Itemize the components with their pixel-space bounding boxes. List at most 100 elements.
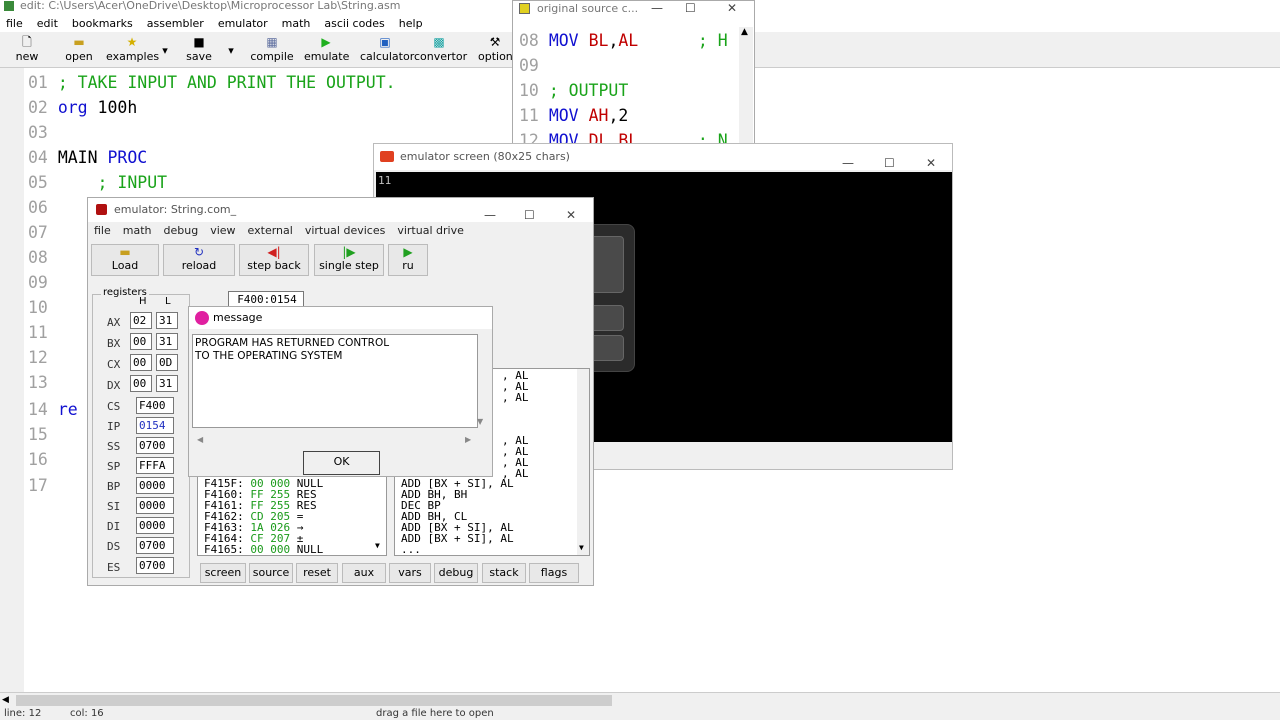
calculator-button[interactable]: ▣ calculator bbox=[360, 35, 414, 67]
emulate-button[interactable]: ▶ emulate bbox=[304, 35, 349, 67]
menu-help[interactable]: help bbox=[399, 17, 423, 30]
sp-label: SP bbox=[107, 460, 121, 473]
si-label: SI bbox=[107, 500, 121, 513]
emu-menu-virtual-devices[interactable]: virtual devices bbox=[305, 224, 386, 237]
new-button[interactable]: 🗋 new bbox=[10, 35, 44, 67]
menu-file[interactable]: file bbox=[6, 17, 23, 30]
ax-label: AX bbox=[107, 316, 121, 329]
di-field[interactable]: 0000 bbox=[136, 517, 174, 534]
screen-button[interactable]: screen bbox=[200, 563, 246, 583]
scroll-left-icon[interactable]: ◀ bbox=[197, 433, 203, 446]
source-line: 11 MOV AH,2 bbox=[519, 106, 629, 125]
ah-field[interactable]: 02 bbox=[130, 312, 152, 329]
emulator-title-bar: emulator: String.com_ — ☐ ✕ bbox=[88, 198, 593, 222]
menu-math[interactable]: math bbox=[282, 17, 311, 30]
ss-field[interactable]: 0700 bbox=[136, 437, 174, 454]
al-field[interactable]: 31 bbox=[156, 312, 178, 329]
tools-icon: ⚒ bbox=[489, 35, 501, 49]
screen-window-icon bbox=[380, 151, 394, 162]
message-text-area[interactable]: PROGRAM HAS RETURNED CONTROL TO THE OPER… bbox=[192, 334, 483, 444]
ds-field[interactable]: 0700 bbox=[136, 537, 174, 554]
open-button[interactable]: ▬ open bbox=[62, 35, 96, 67]
sp-field[interactable]: FFFA bbox=[136, 457, 174, 474]
emu-menu-external[interactable]: external bbox=[248, 224, 293, 237]
debug-button[interactable]: debug bbox=[434, 563, 478, 583]
scroll-right-icon[interactable]: ▶ bbox=[465, 433, 471, 446]
dl-field[interactable]: 31 bbox=[156, 375, 178, 392]
status-bar: line: 12 col: 16 drag a file here to ope… bbox=[0, 708, 1280, 720]
scroll-down-icon[interactable]: ▼ bbox=[375, 541, 380, 550]
run-button[interactable]: ▶ ru bbox=[388, 244, 428, 276]
memory-row[interactable]: F4165: 00 000 NULL bbox=[204, 544, 323, 555]
status-hint: drag a file here to open bbox=[376, 708, 494, 719]
convertor-button[interactable]: ▩ convertor bbox=[414, 35, 467, 67]
ch-field[interactable]: 00 bbox=[130, 354, 152, 371]
cs-label: CS bbox=[107, 400, 121, 413]
bl-field[interactable]: 31 bbox=[156, 333, 178, 350]
disassembly-scrollbar[interactable]: ▼ bbox=[577, 369, 589, 555]
single-step-icon: |▶ bbox=[342, 245, 356, 259]
minimize-icon[interactable]: — bbox=[651, 1, 663, 16]
ok-button[interactable]: OK bbox=[303, 451, 380, 475]
scroll-down-icon[interactable]: ▼ bbox=[477, 415, 483, 428]
disasm-row[interactable]: , AL bbox=[502, 392, 529, 403]
examples-button[interactable]: ★ examples bbox=[106, 35, 159, 67]
stack-button[interactable]: stack bbox=[482, 563, 526, 583]
code-line: 14 re bbox=[28, 400, 78, 419]
bp-field[interactable]: 0000 bbox=[136, 477, 174, 494]
ip-field[interactable]: 0154 bbox=[136, 417, 174, 434]
emu-menu-view[interactable]: view bbox=[210, 224, 235, 237]
emu-menu-math[interactable]: math bbox=[123, 224, 152, 237]
ss-label: SS bbox=[107, 440, 121, 453]
bh-field[interactable]: 00 bbox=[130, 333, 152, 350]
es-field[interactable]: 0700 bbox=[136, 557, 174, 574]
emu-menu-file[interactable]: file bbox=[94, 224, 111, 237]
step-back-button[interactable]: ◀| step back bbox=[239, 244, 309, 276]
scroll-up-icon[interactable]: ▲ bbox=[741, 27, 748, 37]
maximize-icon[interactable]: ☐ bbox=[524, 203, 535, 227]
single-step-button[interactable]: |▶ single step bbox=[314, 244, 384, 276]
menu-edit[interactable]: edit bbox=[37, 17, 58, 30]
emulator-window-icon bbox=[96, 204, 107, 215]
editor-title: edit: C:\Users\Acer\OneDrive\Desktop\Mic… bbox=[20, 0, 401, 12]
code-line: 12 bbox=[28, 348, 48, 367]
disasm-row[interactable]: ... bbox=[401, 544, 421, 555]
menu-bookmarks[interactable]: bookmarks bbox=[72, 17, 133, 30]
save-button[interactable]: ■ save bbox=[182, 35, 216, 67]
si-field[interactable]: 0000 bbox=[136, 497, 174, 514]
editor-horizontal-scrollbar[interactable]: ◀ bbox=[0, 692, 1280, 708]
flags-button[interactable]: flags bbox=[529, 563, 579, 583]
load-button[interactable]: ▬ Load bbox=[91, 244, 159, 276]
menu-ascii-codes[interactable]: ascii codes bbox=[324, 17, 384, 30]
compile-button[interactable]: ▦ compile bbox=[250, 35, 294, 67]
aux-button[interactable]: aux bbox=[342, 563, 386, 583]
close-icon[interactable]: ✕ bbox=[566, 203, 576, 227]
snap-zone[interactable] bbox=[590, 236, 624, 293]
scroll-left-icon[interactable]: ◀ bbox=[2, 695, 9, 705]
screen-title: emulator screen (80x25 chars) bbox=[400, 150, 570, 163]
dh-field[interactable]: 00 bbox=[130, 375, 152, 392]
options-button[interactable]: ⚒ option bbox=[478, 35, 513, 67]
message-icon bbox=[195, 311, 209, 325]
maximize-icon[interactable]: ☐ bbox=[685, 1, 696, 16]
minimize-icon[interactable]: — bbox=[484, 203, 496, 227]
menu-emulator[interactable]: emulator bbox=[218, 17, 268, 30]
source-vertical-scrollbar[interactable]: ▲ bbox=[739, 27, 753, 144]
es-label: ES bbox=[107, 561, 121, 574]
emu-menu-virtual-drive[interactable]: virtual drive bbox=[397, 224, 464, 237]
vars-button[interactable]: vars bbox=[389, 563, 431, 583]
reset-button[interactable]: reset bbox=[296, 563, 338, 583]
scroll-thumb[interactable] bbox=[16, 695, 612, 706]
source-button[interactable]: source bbox=[249, 563, 293, 583]
emu-menu-debug[interactable]: debug bbox=[164, 224, 199, 237]
cl-field[interactable]: 0D bbox=[156, 354, 178, 371]
close-icon[interactable]: ✕ bbox=[727, 1, 737, 16]
floppy-icon: ■ bbox=[193, 35, 205, 49]
menu-assembler[interactable]: assembler bbox=[147, 17, 204, 30]
folder-icon: ▬ bbox=[73, 35, 85, 49]
reload-button[interactable]: ↻ reload bbox=[163, 244, 235, 276]
message-line-2: TO THE OPERATING SYSTEM bbox=[195, 350, 343, 362]
cs-field[interactable]: F400 bbox=[136, 397, 174, 414]
source-line: 08 MOV BL,AL ; H bbox=[519, 31, 728, 50]
scroll-down-icon[interactable]: ▼ bbox=[579, 543, 584, 552]
